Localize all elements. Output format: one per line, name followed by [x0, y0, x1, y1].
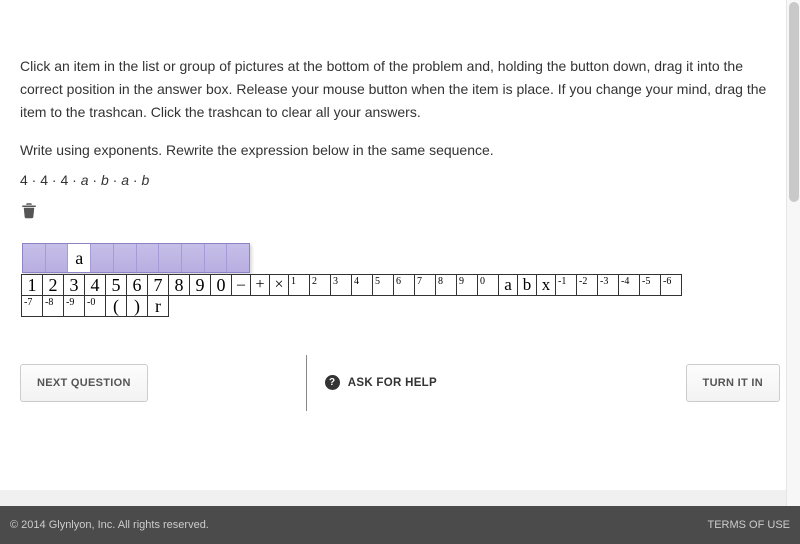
help-icon: ? — [325, 375, 340, 390]
tile-paren-close[interactable]: ) — [126, 295, 148, 317]
copyright-text: © 2014 Glynlyon, Inc. All rights reserve… — [10, 519, 209, 531]
trash-icon[interactable] — [20, 200, 38, 220]
tile-exponent[interactable]: 8 — [435, 274, 457, 296]
answer-slot[interactable] — [23, 244, 46, 272]
divider — [306, 355, 307, 411]
tile-paren-open[interactable]: ( — [105, 295, 127, 317]
tile-exponent[interactable]: 4 — [351, 274, 373, 296]
tile-exponent[interactable]: 9 — [456, 274, 478, 296]
tile-variable[interactable]: b — [517, 274, 537, 296]
tile-neg-exponent[interactable]: -9 — [63, 295, 85, 317]
tile-neg-exponent[interactable]: -3 — [597, 274, 619, 296]
tile-variable[interactable]: x — [536, 274, 556, 296]
tile-exponent[interactable]: 0 — [477, 274, 499, 296]
answer-box[interactable]: a — [22, 243, 250, 273]
tile-exponent[interactable]: 1 — [288, 274, 310, 296]
tile-digit[interactable]: 3 — [63, 274, 85, 296]
scrollbar[interactable] — [786, 0, 800, 506]
footer: © 2014 Glynlyon, Inc. All rights reserve… — [0, 506, 800, 544]
tile-digit[interactable]: 7 — [147, 274, 169, 296]
help-label: ASK FOR HELP — [348, 377, 437, 389]
tile-exponent[interactable]: 5 — [372, 274, 394, 296]
answer-slot[interactable] — [114, 244, 137, 272]
tile-neg-exponent[interactable]: -0 — [84, 295, 106, 317]
tile-digit[interactable]: 0 — [210, 274, 232, 296]
answer-slot[interactable] — [227, 244, 249, 272]
tile-operator-plus[interactable]: + — [250, 274, 270, 296]
ask-for-help-button[interactable]: ? ASK FOR HELP — [325, 375, 437, 390]
terms-link[interactable]: TERMS OF USE — [707, 519, 790, 531]
tile-exponent[interactable]: 3 — [330, 274, 352, 296]
tile-digit[interactable]: 1 — [21, 274, 43, 296]
prompt-text: Write using exponents. Rewrite the expre… — [20, 142, 780, 158]
tile-exponent[interactable]: 7 — [414, 274, 436, 296]
turn-it-in-button[interactable]: TURN IT IN — [686, 364, 780, 402]
tile-digit[interactable]: 6 — [126, 274, 148, 296]
tile-neg-exponent[interactable]: -2 — [576, 274, 598, 296]
answer-slot[interactable] — [182, 244, 205, 272]
tile-neg-exponent[interactable]: -5 — [639, 274, 661, 296]
scrollbar-thumb[interactable] — [789, 2, 799, 202]
tile-variable[interactable]: a — [498, 274, 518, 296]
instructions-text: Click an item in the list or group of pi… — [20, 0, 780, 124]
answer-slot[interactable] — [159, 244, 182, 272]
tile-digit[interactable]: 2 — [42, 274, 64, 296]
tile-neg-exponent[interactable]: -6 — [660, 274, 682, 296]
tile-neg-exponent[interactable]: -8 — [42, 295, 64, 317]
tile-neg-exponent[interactable]: -1 — [555, 274, 577, 296]
answer-slot[interactable] — [91, 244, 114, 272]
answer-slot[interactable] — [137, 244, 160, 272]
tile-exponent[interactable]: 2 — [309, 274, 331, 296]
answer-slot[interactable] — [46, 244, 69, 272]
answer-slot[interactable] — [205, 244, 228, 272]
tile-digit[interactable]: 9 — [189, 274, 211, 296]
tile-digit[interactable]: 4 — [84, 274, 106, 296]
tile-neg-exponent[interactable]: -7 — [21, 295, 43, 317]
tile-r[interactable]: r — [147, 295, 169, 317]
tile-operator-times[interactable]: × — [269, 274, 289, 296]
answer-slot[interactable]: a — [68, 244, 91, 272]
expression: 4 · 4 · 4 · a · b · a · b — [20, 172, 780, 188]
tile-digit[interactable]: 8 — [168, 274, 190, 296]
tile-exponent[interactable]: 6 — [393, 274, 415, 296]
tile-palette: 1 2 3 4 5 6 7 8 9 0 – + × 1 2 3 4 5 6 7 … — [22, 275, 780, 317]
tile-operator-minus[interactable]: – — [231, 274, 251, 296]
tile-neg-exponent[interactable]: -4 — [618, 274, 640, 296]
tile-digit[interactable]: 5 — [105, 274, 127, 296]
next-question-button[interactable]: NEXT QUESTION — [20, 364, 148, 402]
